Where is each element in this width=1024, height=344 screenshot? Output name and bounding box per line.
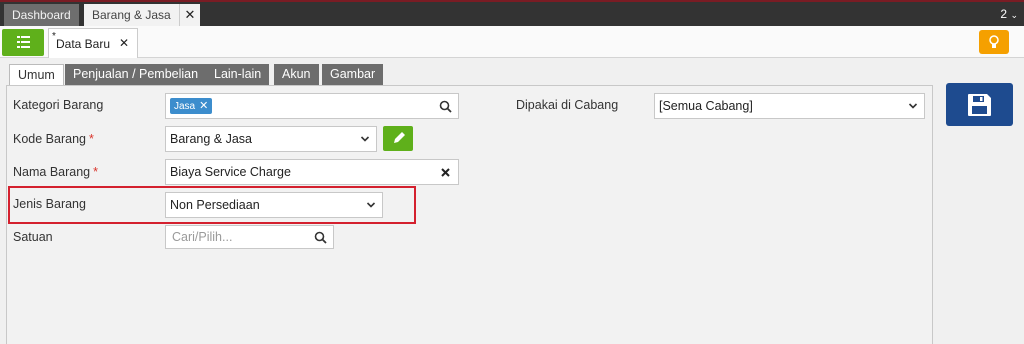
required-marker: *: [93, 165, 98, 179]
document-toolbar: * Data Baru ✕: [0, 26, 1024, 58]
jenis-select[interactable]: Non Persediaan: [165, 192, 383, 218]
chip-label: Jasa: [174, 101, 196, 112]
window-tab-bar: Dashboard Barang & Jasa ✕ 2 ⌄: [0, 0, 1024, 26]
cabang-value: [Semua Cabang]: [659, 99, 753, 113]
list-icon: [17, 36, 30, 48]
pencil-icon: [394, 132, 405, 143]
doc-tab-label: Data Baru: [56, 37, 111, 51]
tab-barang-jasa[interactable]: Barang & Jasa: [84, 4, 179, 26]
close-tab-button[interactable]: ✕: [179, 4, 200, 26]
unsaved-marker: *: [52, 31, 56, 42]
search-icon[interactable]: [314, 231, 327, 244]
save-disk-icon: [968, 94, 991, 116]
tab-count-value: 2: [1000, 7, 1008, 21]
chevron-down-icon: [366, 202, 376, 208]
hint-button[interactable]: [979, 30, 1009, 54]
satuan-label: Satuan: [13, 230, 53, 244]
nama-value: Biaya Service Charge: [170, 165, 291, 179]
chevron-down-icon: [360, 136, 370, 142]
kategori-input[interactable]: Jasa ✕: [165, 93, 459, 119]
chevron-down-icon: [908, 103, 918, 109]
nama-label-text: Nama Barang: [13, 165, 91, 179]
kode-select[interactable]: Barang & Jasa: [165, 126, 377, 152]
close-icon[interactable]: ✕: [119, 36, 129, 50]
kode-value: Barang & Jasa: [170, 132, 252, 146]
kategori-chip: Jasa ✕: [170, 98, 213, 114]
satuan-placeholder: Cari/Pilih...: [172, 230, 233, 244]
tab-umum[interactable]: Umum: [9, 64, 64, 86]
cabang-label: Dipakai di Cabang: [516, 98, 619, 112]
jenis-label: Jenis Barang: [13, 197, 86, 211]
nama-label: Nama Barang *: [13, 165, 98, 179]
jenis-value: Non Persediaan: [170, 198, 260, 212]
doc-tab-data-baru[interactable]: * Data Baru ✕: [48, 28, 138, 58]
close-icon: ✕: [184, 7, 196, 22]
save-button[interactable]: [946, 83, 1013, 126]
tab-dashboard[interactable]: Dashboard: [4, 4, 79, 26]
lightbulb-icon: [989, 35, 999, 48]
chip-remove-icon[interactable]: ✕: [199, 100, 208, 112]
clear-icon[interactable]: [441, 168, 450, 177]
kategori-label: Kategori Barang: [13, 98, 104, 112]
tab-lain-lain[interactable]: Lain-lain: [206, 64, 270, 85]
satuan-input[interactable]: Cari/Pilih...: [165, 225, 334, 249]
chevron-down-icon: ⌄: [1010, 10, 1018, 20]
search-icon[interactable]: [439, 100, 452, 113]
edit-kode-button[interactable]: [383, 126, 413, 151]
cabang-select[interactable]: [Semua Cabang]: [654, 93, 925, 119]
tab-count-dropdown[interactable]: 2 ⌄: [1000, 7, 1018, 21]
kode-label: Kode Barang *: [13, 132, 94, 146]
nama-input[interactable]: Biaya Service Charge: [165, 159, 459, 185]
list-menu-button[interactable]: [2, 29, 44, 56]
tab-penjualan-pembelian[interactable]: Penjualan / Pembelian: [65, 64, 207, 85]
required-marker: *: [88, 132, 94, 146]
tab-gambar[interactable]: Gambar: [322, 64, 384, 85]
tab-akun[interactable]: Akun: [274, 64, 319, 85]
kode-label-text: Kode Barang: [13, 132, 86, 146]
